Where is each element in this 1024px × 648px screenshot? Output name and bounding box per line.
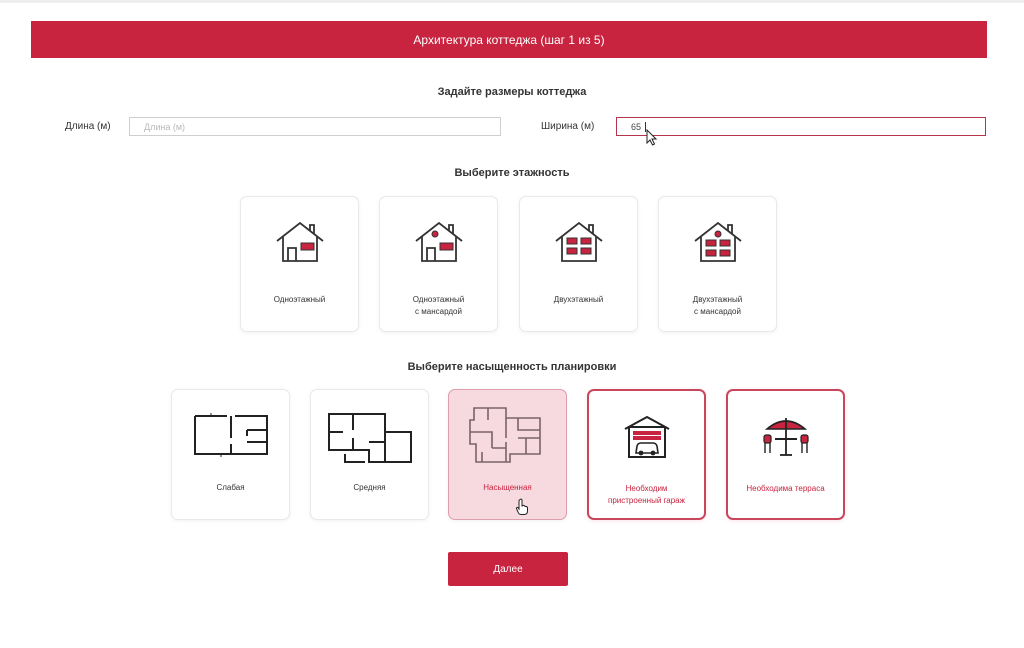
floor-option-label: Двухэтажный с мансардой bbox=[692, 295, 743, 316]
step-banner-title: Архитектура коттеджа (шаг 1 из 5) bbox=[413, 32, 605, 47]
floorplan-dense-icon bbox=[468, 407, 541, 463]
density-option-weak[interactable]: Слабая bbox=[171, 389, 290, 520]
floor-option-two-floor-attic[interactable]: Двухэтажный с мансардой bbox=[658, 196, 777, 332]
house-attic-icon bbox=[414, 221, 463, 262]
floorplan-medium-icon bbox=[327, 413, 412, 463]
density-option-medium[interactable]: Средняя bbox=[310, 389, 429, 520]
floor-option-label: Двухэтажный bbox=[553, 295, 604, 304]
garage-icon bbox=[624, 415, 669, 458]
floorplan-simple-icon bbox=[193, 413, 268, 457]
dimensions-title: Задайте размеры коттеджа bbox=[437, 86, 587, 98]
density-option-dense[interactable]: Насыщенная bbox=[448, 389, 567, 520]
density-option-terrace[interactable]: Необходима терраса bbox=[726, 389, 845, 520]
length-label: Длина (м) bbox=[65, 121, 111, 132]
top-divider bbox=[0, 0, 1024, 3]
density-option-label: Слабая bbox=[216, 483, 245, 492]
floor-option-one-floor[interactable]: Одноэтажный bbox=[240, 196, 359, 332]
density-option-garage[interactable]: Необходим пристроенный гараж bbox=[587, 389, 706, 520]
density-option-label: Необходима терраса bbox=[746, 484, 825, 493]
length-input[interactable] bbox=[129, 117, 501, 136]
floor-option-label: Одноэтажный bbox=[273, 295, 326, 304]
house-one-floor-icon bbox=[275, 221, 324, 262]
next-button[interactable]: Далее bbox=[448, 552, 568, 586]
width-label: Ширина (м) bbox=[541, 121, 595, 132]
density-option-label: Насыщенная bbox=[483, 483, 532, 492]
floors-title: Выберите этажность bbox=[454, 167, 570, 179]
width-input[interactable] bbox=[616, 117, 986, 136]
house-two-floor-icon bbox=[554, 221, 603, 262]
floor-option-two-floor[interactable]: Двухэтажный bbox=[519, 196, 638, 332]
house-two-floor-attic-icon bbox=[693, 221, 742, 262]
floor-option-label: Одноэтажный с мансардой bbox=[412, 295, 465, 316]
floor-option-one-floor-attic[interactable]: Одноэтажный с мансардой bbox=[379, 196, 498, 332]
pointer-cursor-icon bbox=[646, 129, 658, 146]
density-title: Выберите насыщенность планировки bbox=[407, 361, 617, 373]
terrace-icon bbox=[762, 418, 809, 456]
step-banner: Архитектура коттеджа (шаг 1 из 5) bbox=[31, 21, 987, 58]
density-option-label: Средняя bbox=[353, 483, 386, 492]
hand-pointer-cursor-icon bbox=[515, 498, 528, 515]
density-option-label: Необходим пристроенный гараж bbox=[608, 484, 685, 505]
